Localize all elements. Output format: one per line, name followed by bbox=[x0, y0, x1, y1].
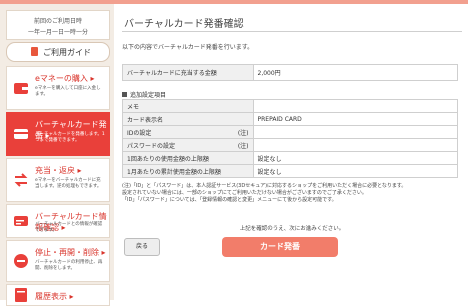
table-row: IDの設定 (注) bbox=[122, 125, 458, 139]
setting-label-text: 1月あたりの累計使用金額の上限額 bbox=[127, 168, 221, 176]
sidebar: 前回のご利用日時 一年一月一日一時一分 ご利用ガイド eマネーの購入 ▸ eマネ… bbox=[0, 4, 114, 306]
intro-text: 以下の内容でバーチャルカード発番を行います。 bbox=[122, 44, 254, 51]
setting-label: 1月あたりの累計使用金額の上限額 bbox=[122, 164, 254, 178]
amount-value: 2,000円 bbox=[252, 64, 458, 81]
setting-label: メモ bbox=[122, 99, 254, 113]
setting-label: IDの設定 (注) bbox=[122, 125, 254, 139]
user-guide-label: ご利用ガイド bbox=[43, 48, 91, 57]
note-line: (注)「ID」と「パスワード」は、本人認証サービス(3Dセキュア)に対応するショ… bbox=[122, 183, 407, 189]
notes: (注)「ID」と「パスワード」は、本人認証サービス(3Dセキュア)に対応するショ… bbox=[122, 183, 462, 204]
issue-card-button[interactable]: カード発番 bbox=[222, 237, 338, 257]
sidebar-item-desc: バーチャルカードの利用停止、再開、削除をします。 bbox=[35, 260, 103, 271]
last-login-label: 前回のご利用日時 bbox=[33, 18, 82, 25]
sidebar-item-card-info[interactable]: バーチャルカード情報確認 ▸ バーチャルカードとの情報が確認できます。 bbox=[6, 204, 110, 238]
history-icon bbox=[15, 288, 27, 302]
setting-label-text: パスワードの設定 bbox=[127, 142, 176, 150]
setting-value bbox=[252, 138, 458, 152]
sidebar-item-issue-card[interactable]: バーチャルカード発番 ▸ バーチャルカードを発番します。1つまで発番できます。 bbox=[6, 112, 110, 156]
sidebar-item-label: 充当・返戻 ▸ bbox=[35, 166, 82, 175]
sidebar-item-history[interactable]: 履歴表示 ▸ bbox=[6, 284, 110, 306]
amount-label: バーチャルカードに充当する金額 bbox=[122, 64, 254, 81]
setting-label-text: IDの設定 bbox=[127, 129, 152, 137]
setting-value: 設定なし bbox=[252, 164, 458, 178]
table-row: 1回あたりの使用金額の上限額 設定なし bbox=[122, 151, 458, 165]
setting-label-text: 1回あたりの使用金額の上限額 bbox=[127, 155, 209, 163]
amount-table: バーチャルカードに充当する金額 2,000円 bbox=[122, 64, 458, 81]
last-login-box: 前回のご利用日時 一年一月一日一時一分 bbox=[6, 10, 110, 40]
confirm-text: 上記を確認のうえ、次にお進みください。 bbox=[239, 226, 345, 232]
setting-label: カード表示名 bbox=[122, 112, 254, 126]
exchange-icon bbox=[14, 173, 28, 187]
card-info-icon bbox=[14, 216, 28, 226]
setting-label-text: メモ bbox=[127, 103, 140, 111]
sidebar-item-label: eマネーの購入 ▸ bbox=[35, 74, 95, 83]
sidebar-item-desc: eマネーを購入して口座に入金します。 bbox=[35, 86, 101, 97]
sidebar-item-purchase[interactable]: eマネーの購入 ▸ eマネーを購入して口座に入金します。 bbox=[6, 66, 110, 110]
stop-icon bbox=[14, 254, 28, 268]
sidebar-item-stop-resume-delete[interactable]: 停止・再開・削除 ▸ バーチャルカードの利用停止、再開、削除をします。 bbox=[6, 240, 110, 282]
table-row: パスワードの設定 (注) bbox=[122, 138, 458, 152]
setting-value bbox=[252, 125, 458, 139]
sidebar-item-charge-refund[interactable]: 充当・返戻 ▸ eマネーをバーチャルカードに充当します。逆の処理もできます。 bbox=[6, 158, 110, 202]
main-content: バーチャルカード発番確認 以下の内容でバーチャルカード発番を行います。 バーチャ… bbox=[122, 4, 462, 300]
settings-table: メモ カード表示名 PREPAID CARD IDの設定 (注) パスワードの設定 (… bbox=[122, 99, 458, 178]
book-icon bbox=[31, 47, 38, 56]
sidebar-item-desc: バーチャルカードとの情報が確認できます。 bbox=[35, 222, 103, 233]
user-guide-button[interactable]: ご利用ガイド bbox=[6, 42, 110, 62]
setting-label-text: カード表示名 bbox=[127, 116, 164, 124]
table-row: カード表示名 PREPAID CARD bbox=[122, 112, 458, 126]
note-mark: (注) bbox=[237, 129, 249, 137]
sidebar-item-label: 停止・再開・削除 ▸ bbox=[35, 248, 106, 257]
note-line: 設定されていない場合には、一部のショップにてご利用いただけない場合がございますの… bbox=[122, 190, 367, 196]
sidebar-item-desc: eマネーをバーチャルカードに充当します。逆の処理もできます。 bbox=[35, 178, 102, 189]
section-title-text: 追加設定項目 bbox=[130, 92, 167, 99]
card-icon bbox=[14, 129, 28, 139]
table-row: メモ bbox=[122, 99, 458, 113]
table-row: バーチャルカードに充当する金額 2,000円 bbox=[122, 64, 458, 81]
setting-label: 1回あたりの使用金額の上限額 bbox=[122, 151, 254, 165]
sidebar-item-label: 履歴表示 ▸ bbox=[35, 292, 74, 301]
sidebar-item-desc: バーチャルカードを発番します。1つまで発番できます。 bbox=[35, 132, 105, 143]
table-row: 1月あたりの累計使用金額の上限額 設定なし bbox=[122, 164, 458, 178]
note-line: 「ID」「パスワード」については、「登録情報の確認と変更」メニューにて後から設定… bbox=[122, 197, 337, 203]
square-bullet-icon bbox=[122, 92, 127, 97]
page-title: バーチャルカード発番確認 bbox=[124, 19, 244, 30]
last-login-value: 一年一月一日一時一分 bbox=[27, 29, 88, 36]
title-divider bbox=[122, 31, 462, 32]
setting-value bbox=[252, 99, 458, 113]
back-button[interactable]: 戻る bbox=[124, 238, 160, 256]
wallet-icon bbox=[14, 83, 28, 94]
setting-value: 設定なし bbox=[252, 151, 458, 165]
section-title: 追加設定項目 bbox=[122, 90, 166, 99]
note-mark: (注) bbox=[237, 142, 249, 150]
setting-label: パスワードの設定 (注) bbox=[122, 138, 254, 152]
setting-value: PREPAID CARD bbox=[252, 112, 458, 126]
